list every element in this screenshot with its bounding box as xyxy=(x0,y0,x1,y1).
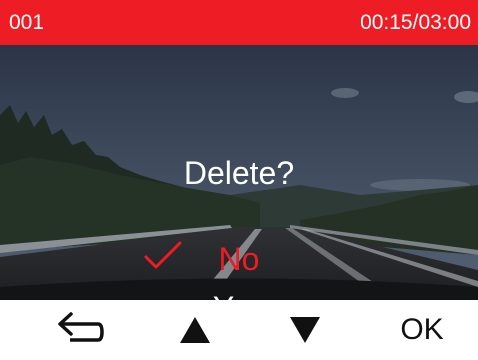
file-number: 001 xyxy=(9,10,45,34)
option-no[interactable]: No xyxy=(0,241,478,278)
video-preview: Delete? No Yes xyxy=(0,45,478,300)
option-yes[interactable]: Yes xyxy=(0,290,478,300)
status-bar: 001 00:15/03:00 xyxy=(0,0,478,45)
back-button[interactable] xyxy=(45,300,115,360)
triangle-down-icon xyxy=(290,317,320,343)
down-button[interactable] xyxy=(270,300,340,360)
ok-button[interactable]: OK xyxy=(382,300,462,360)
back-arrow-icon xyxy=(58,312,104,342)
softkey-bar: OK xyxy=(0,300,478,360)
up-button[interactable] xyxy=(160,300,230,360)
dialog-title: Delete? xyxy=(183,155,295,191)
playback-time: 00:15/03:00 xyxy=(360,10,471,34)
triangle-up-icon xyxy=(180,317,210,343)
